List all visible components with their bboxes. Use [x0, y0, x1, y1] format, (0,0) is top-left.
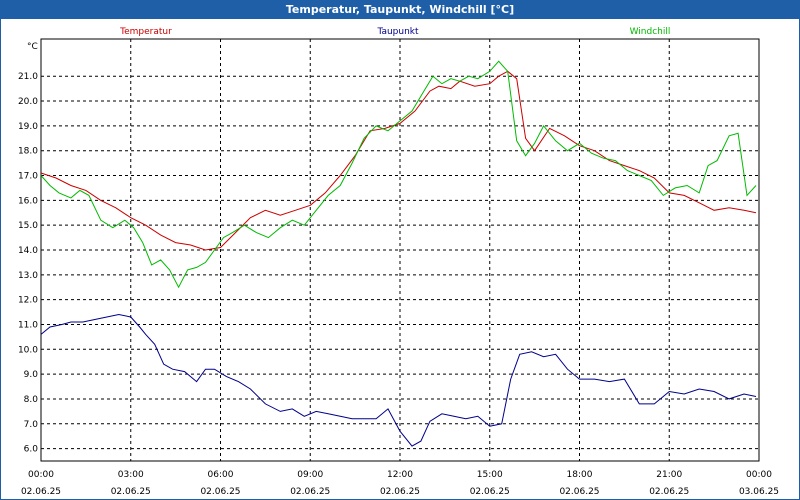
- line-chart: 6.0 7.0 8.0 9.0 10.0 11.0 12.0 13.0 14.0 15.0 16.0…: [18, 27, 779, 497]
- legend-windchill: Windchill: [630, 27, 671, 37]
- y-tick-label: 11.0: [18, 320, 38, 330]
- x-tick-date: 02.06.25: [290, 487, 330, 497]
- y-tick-label: 6.0: [24, 445, 39, 455]
- x-tick-time: 06:00: [208, 470, 234, 480]
- x-tick-time: 09:00: [297, 470, 323, 480]
- y-tick-label: 7.0: [24, 420, 39, 430]
- series-line-temperatur: [40, 70, 757, 251]
- x-tick-time: 21:00: [656, 470, 682, 480]
- y-tick-label: 12.0: [18, 296, 38, 306]
- legend: Temperatur Taupunkt Windchill: [119, 27, 670, 37]
- y-tick-label: 16.0: [18, 196, 38, 206]
- x-tick-time: 00:00: [28, 470, 54, 480]
- x-tick-time: 00:00: [746, 470, 772, 480]
- x-tick-date: 02.06.25: [649, 487, 689, 497]
- series-line-taupunkt: [40, 313, 757, 447]
- x-tick-date: 02.06.25: [21, 487, 61, 497]
- y-tick-label: 20.0: [18, 97, 38, 107]
- y-tick-label: 13.0: [18, 271, 38, 281]
- series-lines: [40, 60, 757, 447]
- x-tick-time: 18:00: [567, 470, 593, 480]
- legend-temperatur: Temperatur: [119, 27, 172, 37]
- legend-taupunkt: Taupunkt: [376, 27, 419, 37]
- x-tick-time: 12:00: [387, 470, 413, 480]
- grid: [41, 39, 759, 461]
- x-tick-date: 02.06.25: [111, 487, 151, 497]
- y-tick-label: 9.0: [24, 370, 39, 380]
- x-tick-time: 03:00: [118, 470, 144, 480]
- y-tick-label: 14.0: [18, 246, 38, 256]
- y-axis-unit: °C: [27, 42, 38, 52]
- y-tick-label: 17.0: [18, 172, 38, 182]
- x-tick-date: 02.06.25: [559, 487, 599, 497]
- x-tick-date: 02.06.25: [470, 487, 510, 497]
- y-tick-label: 8.0: [24, 395, 39, 405]
- chart-window: Temperatur, Taupunkt, Windchill [°C] 6.0…: [0, 0, 800, 500]
- x-tick-date: 02.06.25: [200, 487, 240, 497]
- x-tick-date: 02.06.25: [380, 487, 420, 497]
- y-tick-label: 15.0: [18, 221, 38, 231]
- y-tick-label: 18.0: [18, 147, 38, 157]
- x-tick-date: 03.06.25: [739, 487, 779, 497]
- y-tick-label: 21.0: [18, 72, 38, 82]
- y-tick-label: 19.0: [18, 122, 38, 132]
- x-tick-time: 15:00: [477, 470, 503, 480]
- y-tick-label: 10.0: [18, 345, 38, 355]
- chart-title: Temperatur, Taupunkt, Windchill [°C]: [1, 1, 799, 19]
- series-line-windchill: [40, 60, 757, 289]
